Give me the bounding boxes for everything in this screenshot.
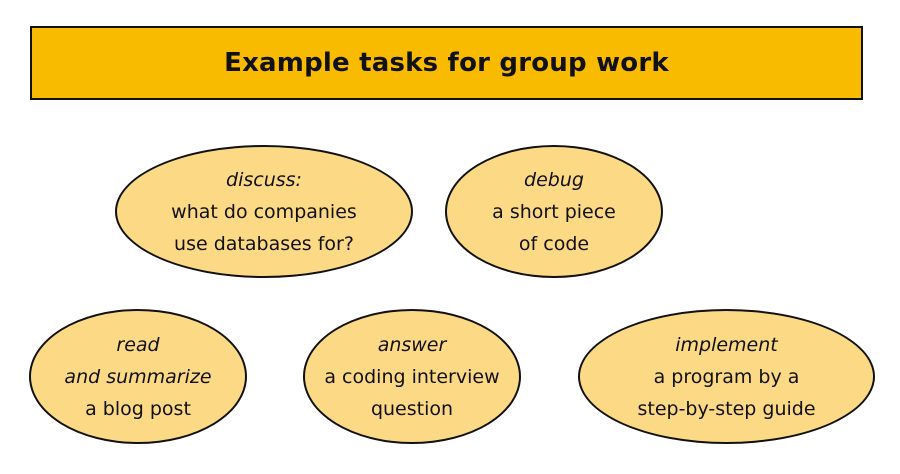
- task-description-line: and summarize: [64, 365, 212, 388]
- task-verb: read: [116, 333, 160, 356]
- task-description-line: a short piece: [492, 200, 616, 223]
- task-bubble-implement: implement a program by a step-by-step gu…: [578, 309, 875, 444]
- task-bubble-read: read and summarize a blog post: [29, 309, 247, 444]
- task-description-line: question: [370, 397, 454, 420]
- task-bubble-answer: answer a coding interview question: [303, 309, 521, 444]
- task-description-line: a program by a: [653, 365, 800, 388]
- title-banner: Example tasks for group work: [30, 26, 863, 100]
- task-bubble-debug: debug a short piece of code: [445, 145, 663, 278]
- task-description-line: use databases for?: [174, 232, 354, 255]
- task-description-line: of code: [518, 232, 590, 255]
- task-verb: debug: [524, 168, 584, 191]
- task-description-line: a coding interview: [324, 365, 500, 388]
- task-description-line: a blog post: [85, 397, 191, 420]
- task-verb: answer: [377, 333, 447, 356]
- task-verb: discuss:: [226, 168, 302, 191]
- task-description-line: what do companies: [171, 200, 357, 223]
- task-bubble-discuss: discuss: what do companies use databases…: [115, 145, 413, 278]
- diagram-title: Example tasks for group work: [224, 48, 669, 78]
- task-description-line: step-by-step guide: [637, 397, 816, 420]
- task-verb: implement: [675, 333, 778, 356]
